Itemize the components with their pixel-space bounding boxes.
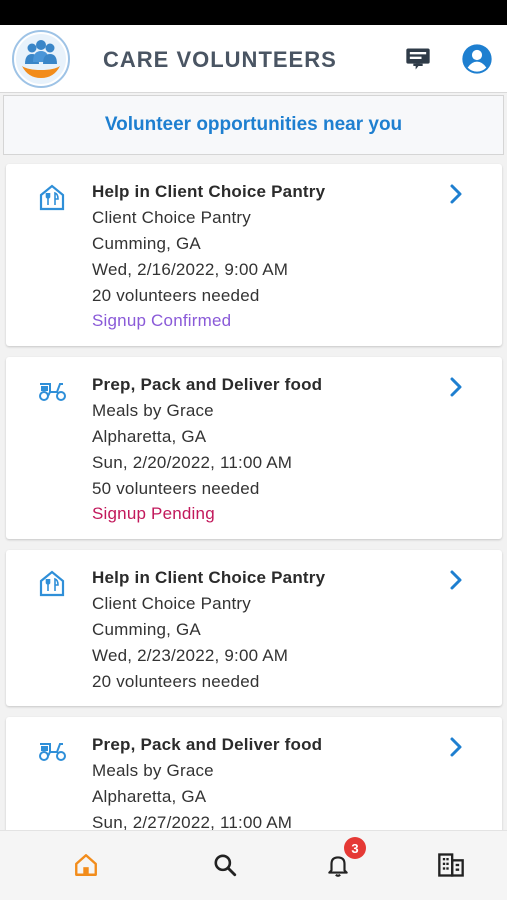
home-icon <box>75 854 97 876</box>
opportunity-card[interactable]: Prep, Pack and Deliver food Meals by Gra… <box>6 717 502 830</box>
opportunity-datetime: Wed, 2/23/2022, 9:00 AM <box>92 646 289 665</box>
organizations-icon <box>438 853 464 877</box>
chevron-right-icon[interactable] <box>446 182 466 206</box>
opportunity-location: Alpharetta, GA <box>92 787 207 806</box>
opportunity-volunteers-needed: 20 volunteers needed <box>92 286 260 305</box>
opportunity-volunteers-needed: 20 volunteers needed <box>92 672 260 691</box>
opportunity-card[interactable]: Help in Client Choice Pantry Client Choi… <box>6 164 502 346</box>
delivery-scooter-icon <box>39 743 66 761</box>
chevron-right-icon[interactable] <box>446 375 466 399</box>
opportunity-location: Cumming, GA <box>92 620 201 639</box>
search-icon <box>214 854 237 877</box>
tab-home[interactable] <box>70 849 102 881</box>
opportunity-title: Prep, Pack and Deliver food <box>92 375 323 394</box>
app-logo <box>12 30 70 88</box>
opportunity-datetime: Wed, 2/16/2022, 9:00 AM <box>92 260 289 279</box>
signup-status: Signup Pending <box>92 504 215 523</box>
chat-board-button[interactable] <box>401 42 435 76</box>
tab-search[interactable] <box>209 849 241 881</box>
chevron-right-icon[interactable] <box>446 568 466 592</box>
pantry-icon <box>39 184 65 211</box>
board-icon <box>406 48 430 70</box>
app-title: CARE VOLUNTEERS <box>103 47 337 72</box>
delivery-scooter-icon <box>39 383 66 401</box>
opportunity-card[interactable]: Help in Client Choice Pantry Client Choi… <box>6 550 502 706</box>
opportunity-datetime: Sun, 2/27/2022, 11:00 AM <box>92 813 293 830</box>
opportunity-title: Help in Client Choice Pantry <box>92 568 326 587</box>
opportunity-location: Alpharetta, GA <box>92 427 207 446</box>
app-header: CARE VOLUNTEERS <box>0 25 507 93</box>
opportunity-list[interactable]: Help in Client Choice Pantry Client Choi… <box>0 163 507 830</box>
profile-button[interactable] <box>460 42 494 76</box>
opportunity-location: Cumming, GA <box>92 234 201 253</box>
opportunity-volunteers-needed: 50 volunteers needed <box>92 479 260 498</box>
status-bar <box>0 0 507 25</box>
opportunity-title: Prep, Pack and Deliver food <box>92 735 323 754</box>
opportunity-title: Help in Client Choice Pantry <box>92 182 326 201</box>
opportunity-organization: Client Choice Pantry <box>92 594 251 613</box>
opportunity-organization: Client Choice Pantry <box>92 208 251 227</box>
opportunity-datetime: Sun, 2/20/2022, 11:00 AM <box>92 453 293 472</box>
account-circle-icon <box>462 44 492 74</box>
opportunity-organization: Meals by Grace <box>92 761 214 780</box>
opportunity-card[interactable]: Prep, Pack and Deliver food Meals by Gra… <box>6 357 502 539</box>
banner-title: Volunteer opportunities near you <box>104 114 403 135</box>
tab-organizations[interactable] <box>435 849 467 881</box>
chevron-right-icon[interactable] <box>446 735 466 759</box>
opportunity-organization: Meals by Grace <box>92 401 214 420</box>
signup-status: Signup Confirmed <box>92 311 232 330</box>
opportunities-banner: Volunteer opportunities near you <box>3 95 504 155</box>
bottom-tab-bar <box>0 830 507 900</box>
notification-count-badge: 3 <box>344 837 366 859</box>
pantry-icon <box>39 570 65 597</box>
